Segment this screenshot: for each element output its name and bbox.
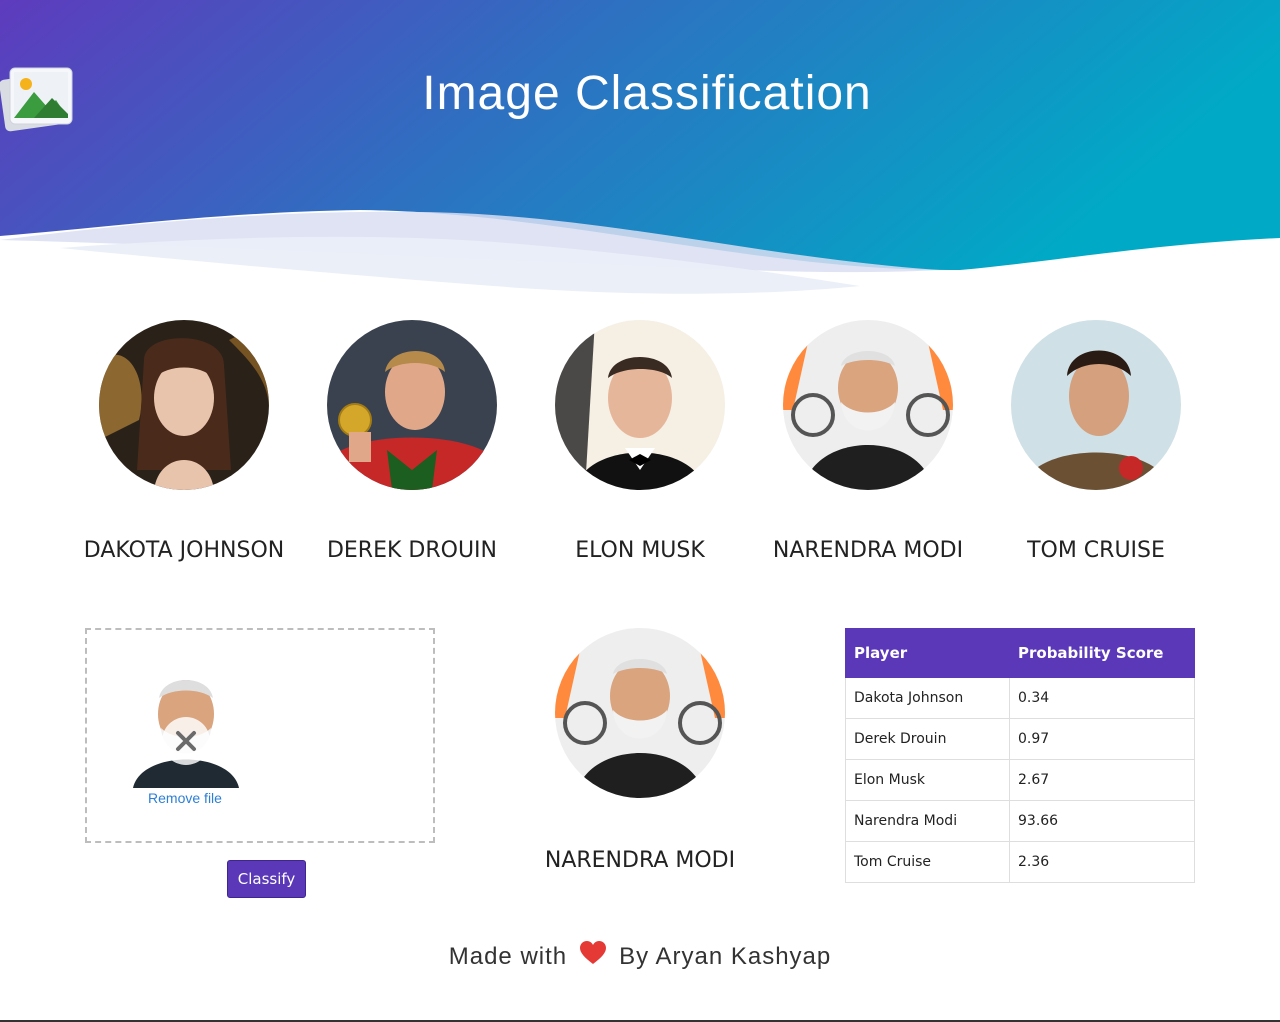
score-cell: 2.67 (1009, 759, 1195, 801)
player-cell: Tom Cruise (845, 841, 1010, 883)
celebrity-card-dakota-johnson: DAKOTA JOHNSON (70, 320, 298, 565)
column-header-player: Player (845, 628, 1010, 678)
celebrity-name: TOM CRUISE (1027, 538, 1165, 563)
page-title: Image Classification (422, 67, 872, 120)
celebrity-card-derek-drouin: DEREK DROUIN (298, 320, 526, 565)
column-header-probability: Probability Score (1009, 628, 1195, 678)
player-cell: Derek Drouin (845, 718, 1010, 760)
celebrity-name: ELON MUSK (575, 538, 705, 563)
footer-made-with: Made with (448, 942, 568, 970)
hero-wave-background (0, 0, 1280, 300)
celebrity-name: DAKOTA JOHNSON (83, 538, 285, 563)
score-cell: 0.97 (1009, 718, 1195, 760)
avatar (99, 320, 269, 490)
avatar (783, 320, 953, 490)
result-name: NARENDRA MODI (544, 848, 736, 873)
file-dropzone[interactable]: Remove file (85, 628, 435, 843)
avatar (555, 320, 725, 490)
close-icon (176, 731, 196, 751)
table-row: Narendra Modi 93.66 (845, 800, 1195, 842)
probability-table: Player Probability Score Dakota Johnson … (845, 628, 1195, 883)
title-row: Image Classification (0, 66, 1280, 132)
table-row: Derek Drouin 0.97 (845, 718, 1195, 760)
celebrity-name: DEREK DROUIN (326, 538, 498, 563)
celebrity-name: NARENDRA MODI (772, 538, 964, 563)
table-header-row: Player Probability Score (845, 628, 1195, 678)
table-row: Elon Musk 2.67 (845, 759, 1195, 801)
celebrity-card-narendra-modi: NARENDRA MODI (754, 320, 982, 565)
remove-file-link[interactable]: Remove file (87, 790, 283, 806)
footer-author: By Aryan Kashyap (619, 942, 832, 970)
footer: Made with By Aryan Kashyap (0, 940, 1280, 973)
celebrity-card-elon-musk: ELON MUSK (526, 320, 754, 565)
celebrity-card-tom-cruise: TOM CRUISE (982, 320, 1210, 565)
player-cell: Narendra Modi (845, 800, 1010, 842)
classify-button[interactable]: Classify (227, 860, 306, 898)
score-cell: 2.36 (1009, 841, 1195, 883)
player-cell: Dakota Johnson (845, 677, 1010, 719)
table-row: Tom Cruise 2.36 (845, 841, 1195, 883)
result-avatar (555, 628, 725, 798)
heart-icon (579, 940, 607, 973)
remove-file-button[interactable] (162, 717, 210, 765)
hero-banner: Image Classification (0, 0, 1280, 300)
score-cell: 0.34 (1009, 677, 1195, 719)
avatar (1011, 320, 1181, 490)
player-cell: Elon Musk (845, 759, 1010, 801)
table-row: Dakota Johnson 0.34 (845, 677, 1195, 719)
avatar (327, 320, 497, 490)
score-cell: 93.66 (1009, 800, 1195, 842)
classification-result: NARENDRA MODI (526, 628, 754, 875)
